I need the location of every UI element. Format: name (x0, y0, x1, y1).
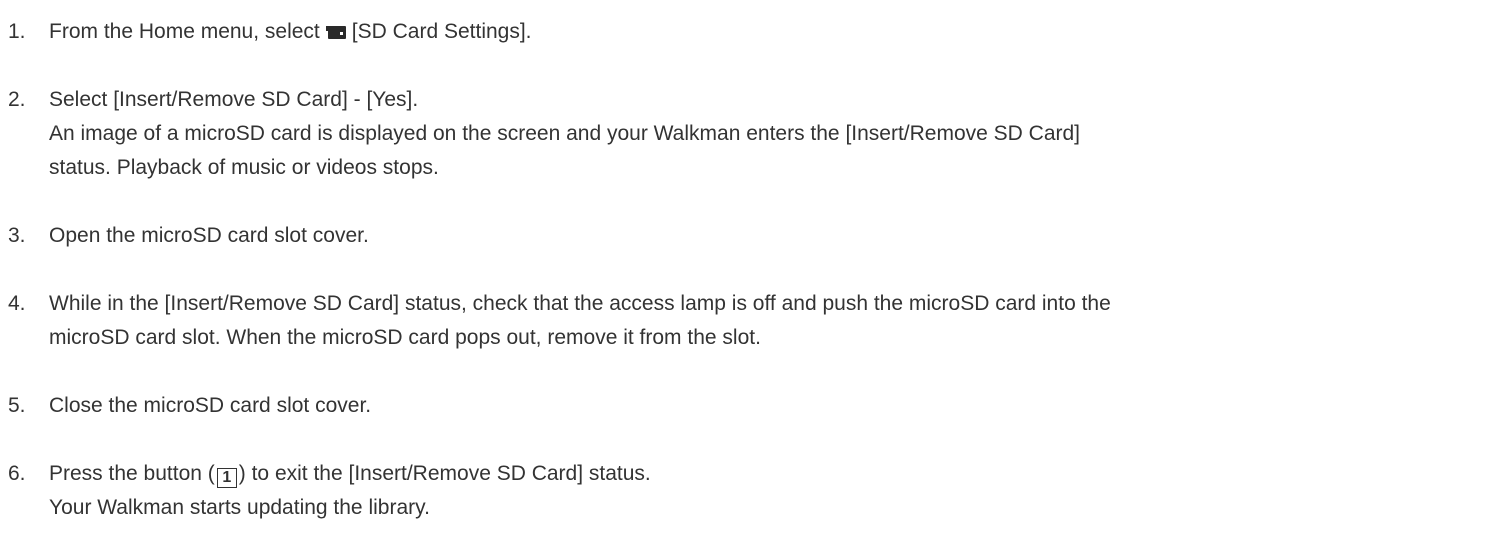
step-text-line: While in the [Insert/Remove SD Card] sta… (49, 292, 1111, 315)
step-number: 5. (8, 394, 26, 417)
step-4: 4. While in the [Insert/Remove SD Card] … (8, 287, 1489, 355)
step-text-line: microSD card slot. When the microSD card… (49, 326, 761, 349)
step-detail: Your Walkman starts updating the library… (49, 496, 430, 519)
button-number-callout: 1 (216, 468, 237, 488)
step-1: 1. From the Home menu, select [SD Card Se… (8, 15, 1489, 49)
sd-card-icon (325, 24, 346, 40)
step-6: 6. Press the button (1) to exit the [Ins… (8, 457, 1489, 525)
step-text: Open the microSD card slot cover. (49, 224, 369, 247)
step-text: From the Home menu, select [SD Card Setti… (49, 20, 532, 43)
step-text: Select [Insert/Remove SD Card] - [Yes]. (49, 88, 419, 111)
step-number: 6. (8, 462, 26, 485)
step-2: 2. Select [Insert/Remove SD Card] - [Yes… (8, 83, 1489, 185)
step-number: 1. (8, 20, 26, 43)
step-detail-line: An image of a microSD card is displayed … (49, 122, 1081, 145)
step-detail-line: status. Playback of music or videos stop… (49, 156, 439, 179)
step-text: Press the button (1) to exit the [Insert… (49, 462, 651, 488)
step-5: 5. Close the microSD card slot cover. (8, 389, 1489, 423)
step-number: 3. (8, 224, 26, 247)
step-3: 3. Open the microSD card slot cover. (8, 219, 1489, 253)
step-text: Close the microSD card slot cover. (49, 394, 372, 417)
step-number: 4. (8, 292, 26, 315)
step-number: 2. (8, 88, 26, 111)
